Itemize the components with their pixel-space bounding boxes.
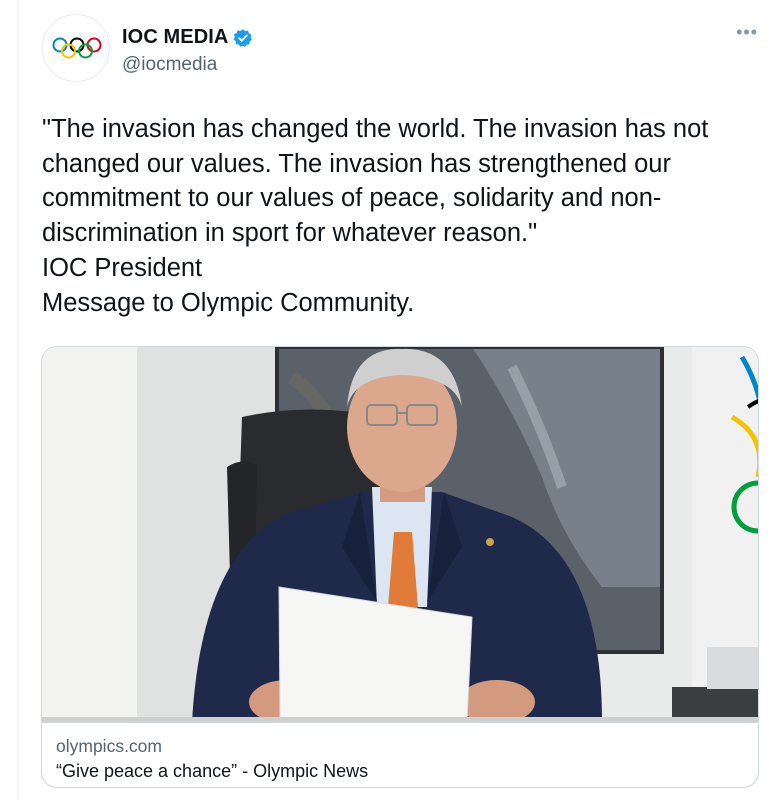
card-image[interactable] <box>42 347 759 722</box>
tweet-header: IOC MEDIA @iocmedia ••• <box>42 14 762 84</box>
olympic-rings-logo <box>52 37 102 59</box>
author-name-row[interactable]: IOC MEDIA <box>122 26 253 49</box>
author-handle[interactable]: @iocmedia <box>122 54 217 76</box>
tweet-text: "The invasion has changed the world. The… <box>42 115 709 317</box>
avatar[interactable] <box>42 14 110 82</box>
verified-badge-icon <box>234 28 253 47</box>
more-options-icon[interactable]: ••• <box>736 22 758 43</box>
card-domain[interactable]: olympics.com <box>56 736 162 757</box>
card-title[interactable]: “Give peace a chance” - Olympic News <box>56 761 368 782</box>
timeline-divider <box>17 0 18 800</box>
author-name[interactable]: IOC MEDIA <box>122 26 228 49</box>
link-preview-card[interactable]: olympics.com “Give peace a chance” - Oly… <box>41 346 759 788</box>
card-footer[interactable]: olympics.com “Give peace a chance” - Oly… <box>42 722 758 787</box>
